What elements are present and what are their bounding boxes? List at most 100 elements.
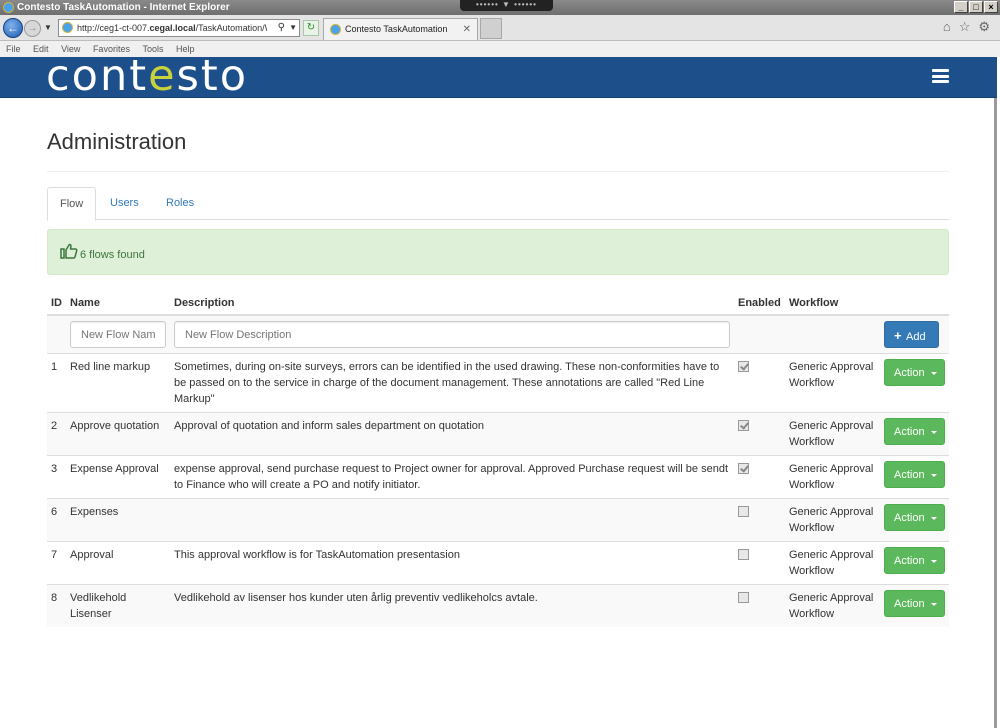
caret-down-icon (930, 430, 937, 434)
col-header-name: Name (66, 291, 170, 316)
cell-description: Sometimes, during on-site surveys, error… (170, 353, 734, 413)
tab-users[interactable]: Users (98, 187, 151, 220)
cell-name: Expense Approval (66, 455, 170, 499)
cell-actions: Action (880, 498, 949, 542)
enabled-checkbox[interactable] (738, 420, 749, 431)
action-dropdown-button[interactable]: Action (884, 547, 945, 574)
cell-id: 8 (47, 584, 66, 627)
address-bar[interactable]: http://ceg1-ct-007.cegal.local/TaskAutom… (58, 19, 300, 37)
window-titlebar: Contesto TaskAutomation - Internet Explo… (0, 0, 1000, 15)
cell-workflow: Generic Approval Workflow (785, 353, 880, 413)
forward-button[interactable]: → (24, 20, 41, 37)
page-favicon-icon (62, 22, 73, 33)
cell-id: 3 (47, 455, 66, 499)
menu-file[interactable]: File (6, 44, 21, 54)
new-flow-description-input[interactable] (174, 321, 730, 348)
cell-actions: Action (880, 412, 949, 456)
cell-actions: Action (880, 353, 949, 413)
alert-text: 6 flows found (80, 249, 145, 261)
address-url: http://ceg1-ct-007.cegal.local/TaskAutom… (77, 23, 267, 33)
back-button[interactable]: ← (3, 18, 23, 38)
browser-tab[interactable]: Contesto TaskAutomation ✕ (323, 18, 478, 40)
cell-name: Red line markup (66, 353, 170, 413)
cell-actions: Action (880, 584, 949, 627)
new-tab-button[interactable] (480, 18, 502, 39)
tab-roles[interactable]: Roles (154, 187, 206, 220)
compat-refresh-icon[interactable]: ↻ (303, 20, 319, 36)
table-row: 7 Approval This approval workflow is for T… (47, 541, 949, 585)
cell-workflow: Generic Approval Workflow (785, 498, 880, 542)
cell-enabled (734, 353, 785, 413)
cell-enabled (734, 455, 785, 499)
tab-favicon-icon (330, 24, 341, 35)
new-flow-name-input[interactable] (70, 321, 166, 348)
enabled-checkbox[interactable] (738, 463, 749, 474)
table-row: 6 Expenses Generic Approval Workflow Action (47, 498, 949, 542)
cell-actions: Action (880, 455, 949, 499)
tab-title: Contesto TaskAutomation (345, 24, 448, 34)
table-row: 1 Red line markup Sometimes, during on-sit… (47, 353, 949, 413)
col-header-actions (880, 291, 949, 316)
tab-close-icon[interactable]: ✕ (463, 19, 471, 40)
address-dropdown-icon[interactable]: ▼ (289, 20, 297, 36)
action-dropdown-button[interactable]: Action (884, 418, 945, 445)
cell-workflow: Generic Approval Workflow (785, 455, 880, 499)
cell-name: Approval (66, 541, 170, 585)
window-drag-handle[interactable]: •••••• ▼ •••••• (460, 0, 553, 11)
title-divider (47, 171, 949, 172)
hamburger-menu-icon[interactable] (932, 69, 949, 83)
action-dropdown-button[interactable]: Action (884, 504, 945, 531)
caret-down-icon (930, 371, 937, 375)
flows-table: ID Name Description Enabled Workflow + A… (47, 291, 949, 627)
cell-name: Approve quotation (66, 412, 170, 456)
minimize-button[interactable]: _ (954, 1, 968, 13)
app-header: contesto (0, 54, 997, 98)
enabled-checkbox[interactable] (738, 506, 749, 517)
home-icon[interactable]: ⌂ (943, 19, 951, 35)
enabled-checkbox[interactable] (738, 592, 749, 603)
enabled-checkbox[interactable] (738, 361, 749, 372)
page-viewport: contesto Administration Flow Users Roles… (0, 54, 997, 728)
plus-icon: + (894, 328, 902, 343)
cell-id: 6 (47, 498, 66, 542)
cell-description: expense approval, send purchase request … (170, 455, 734, 499)
enabled-checkbox[interactable] (738, 549, 749, 560)
admin-tabs: Flow Users Roles (47, 187, 949, 221)
cell-description: This approval workflow is for TaskAutoma… (170, 541, 734, 585)
favorites-star-icon[interactable]: ☆ (959, 19, 971, 35)
action-dropdown-button[interactable]: Action (884, 461, 945, 488)
cell-enabled (734, 541, 785, 585)
close-window-button[interactable]: × (984, 1, 998, 13)
table-row: 3 Expense Approval expense approval, send … (47, 455, 949, 499)
cell-enabled (734, 498, 785, 542)
cell-workflow: Generic Approval Workflow (785, 584, 880, 627)
action-dropdown-button[interactable]: Action (884, 590, 945, 617)
cell-name: Vedlikehold Lisenser (66, 584, 170, 627)
action-dropdown-button[interactable]: Action (884, 359, 945, 386)
search-icon[interactable]: ⚲ (278, 20, 285, 36)
caret-down-icon (930, 473, 937, 477)
caret-down-icon (930, 516, 937, 520)
cell-workflow: Generic Approval Workflow (785, 541, 880, 585)
cell-id: 7 (47, 541, 66, 585)
page-title: Administration (47, 129, 187, 154)
tab-flow[interactable]: Flow (47, 187, 97, 221)
col-header-id: ID (47, 291, 66, 316)
cell-workflow: Generic Approval Workflow (785, 412, 880, 456)
table-header-row: ID Name Description Enabled Workflow (47, 291, 949, 316)
contesto-logo[interactable]: contesto (46, 54, 248, 98)
cell-enabled (734, 412, 785, 456)
window-title: Contesto TaskAutomation - Internet Explo… (17, 2, 230, 13)
history-dropdown-icon[interactable]: ▼ (44, 23, 52, 32)
browser-navbar: ← → ▼ http://ceg1-ct-007.cegal.local/Tas… (0, 15, 1000, 41)
cell-name: Expenses (66, 498, 170, 542)
add-flow-button[interactable]: + Add (884, 321, 939, 348)
flows-found-alert: 6 flows found (47, 229, 949, 275)
cell-enabled (734, 584, 785, 627)
cell-actions: Action (880, 541, 949, 585)
maximize-button[interactable]: □ (969, 1, 983, 13)
gear-icon[interactable]: ⚙ (978, 19, 990, 35)
cell-description: Approval of quotation and inform sales d… (170, 412, 734, 456)
cell-id: 1 (47, 353, 66, 413)
caret-down-icon (930, 559, 937, 563)
